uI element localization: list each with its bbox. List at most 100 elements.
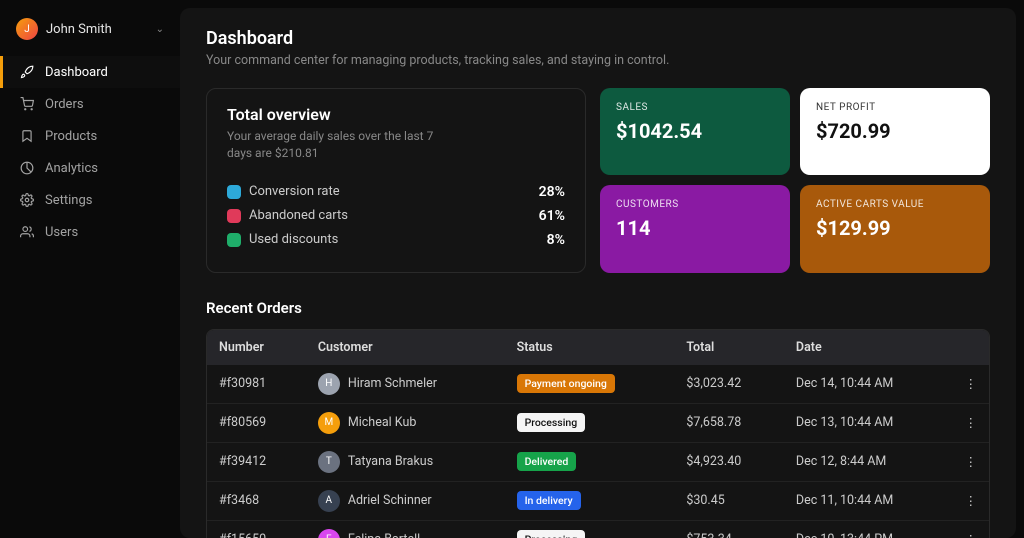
customer-cell: A Adriel Schinner bbox=[318, 490, 493, 512]
table-row[interactable]: #f80569 M Micheal Kub Processing $7,658.78De… bbox=[207, 403, 989, 442]
customer-avatar: H bbox=[318, 373, 340, 395]
customer-avatar: T bbox=[318, 451, 340, 473]
card-value: $129.99 bbox=[816, 216, 974, 240]
card-net-profit[interactable]: NET PROFIT $720.99 bbox=[800, 88, 990, 175]
order-total: $7,658.78 bbox=[674, 403, 784, 442]
card-label: ACTIVE CARTS VALUE bbox=[816, 199, 974, 210]
orders-table-wrap: NumberCustomerStatusTotalDate #f30981 HHi… bbox=[206, 329, 990, 538]
order-number: #f3468 bbox=[207, 481, 306, 520]
metric-value: 61% bbox=[539, 208, 565, 224]
table-row[interactable]: #f15650FFelipa BartellProcessing$753.34D… bbox=[207, 520, 989, 538]
primary-nav: Dashboard Orders Products Analytics Settings… bbox=[0, 56, 180, 248]
chevron-down-icon: ⌄ bbox=[156, 24, 164, 35]
table-row[interactable]: #f30981 HHiram Schmeler Payment ongoing $3,… bbox=[207, 365, 989, 404]
row-actions-button[interactable]: ⋮ bbox=[953, 365, 990, 404]
customer-avatar: F bbox=[318, 529, 340, 538]
sidebar-item-users[interactable]: Users bbox=[0, 216, 180, 248]
customer-name: Adriel Schinner bbox=[348, 493, 432, 508]
stat-cards: SALES $1042.54 NET PROFIT $720.99 CUSTOM… bbox=[600, 88, 990, 273]
card-sales[interactable]: SALES $1042.54 bbox=[600, 88, 790, 175]
overview-subtitle: Your average daily sales over the last 7… bbox=[227, 128, 447, 162]
row-actions-button[interactable]: ⋮ bbox=[953, 481, 990, 520]
overview-title: Total overview bbox=[227, 105, 565, 124]
status-badge: Payment ongoing bbox=[517, 374, 615, 393]
recent-orders-title: Recent Orders bbox=[206, 299, 990, 317]
column-header[interactable]: Total bbox=[674, 330, 784, 365]
customer-name: Tatyana Brakus bbox=[348, 454, 433, 469]
sidebar-item-orders[interactable]: Orders bbox=[0, 88, 180, 120]
customer-cell: M Micheal Kub bbox=[318, 412, 493, 434]
gear-icon bbox=[19, 192, 35, 208]
order-total: $3,023.42 bbox=[674, 365, 784, 404]
page-title: Dashboard bbox=[206, 28, 990, 49]
metric-value: 28% bbox=[539, 184, 565, 200]
main-content: Dashboard Your command center for managi… bbox=[180, 8, 1016, 538]
metric-color-dot bbox=[227, 209, 241, 223]
sidebar-item-label: Dashboard bbox=[45, 65, 108, 80]
sidebar: J John Smith ⌄ Dashboard Orders Products An… bbox=[0, 0, 180, 538]
overview-metric-row: Conversion rate 28% bbox=[227, 184, 565, 200]
bookmark-icon bbox=[19, 128, 35, 144]
card-label: SALES bbox=[616, 102, 774, 113]
column-header-actions bbox=[953, 330, 990, 365]
order-number: #f30981 bbox=[207, 365, 306, 404]
order-date: Dec 10, 13:44 PM bbox=[784, 520, 953, 538]
order-number: #f39412 bbox=[207, 442, 306, 481]
users-icon bbox=[19, 224, 35, 240]
customer-avatar: M bbox=[318, 412, 340, 434]
sidebar-item-analytics[interactable]: Analytics bbox=[0, 152, 180, 184]
order-number: #f15650 bbox=[207, 520, 306, 538]
cart-icon bbox=[19, 96, 35, 112]
order-number: #f80569 bbox=[207, 403, 306, 442]
status-badge: Processing bbox=[517, 413, 586, 432]
sidebar-item-label: Orders bbox=[45, 97, 84, 112]
order-date: Dec 11, 10:44 AM bbox=[784, 481, 953, 520]
user-menu[interactable]: J John Smith ⌄ bbox=[0, 12, 180, 56]
order-total: $30.45 bbox=[674, 481, 784, 520]
order-total: $4,923.40 bbox=[674, 442, 784, 481]
card-customers[interactable]: CUSTOMERS 114 bbox=[600, 185, 790, 272]
sidebar-item-products[interactable]: Products bbox=[0, 120, 180, 152]
page-subtitle: Your command center for managing product… bbox=[206, 53, 990, 68]
customer-name: Micheal Kub bbox=[348, 415, 417, 430]
card-label: CUSTOMERS bbox=[616, 199, 774, 210]
order-date: Dec 12, 8:44 AM bbox=[784, 442, 953, 481]
metric-label: Abandoned carts bbox=[249, 208, 531, 223]
customer-cell: HHiram Schmeler bbox=[318, 373, 493, 395]
metric-color-dot bbox=[227, 185, 241, 199]
table-row[interactable]: #f39412 T Tatyana Brakus Delivered $4,923.40… bbox=[207, 442, 989, 481]
sidebar-item-dashboard[interactable]: Dashboard bbox=[0, 56, 180, 88]
column-header[interactable]: Customer bbox=[306, 330, 505, 365]
customer-cell: T Tatyana Brakus bbox=[318, 451, 493, 473]
status-badge: In delivery bbox=[517, 491, 581, 510]
card-label: NET PROFIT bbox=[816, 102, 974, 113]
column-header[interactable]: Date bbox=[784, 330, 953, 365]
row-actions-button[interactable]: ⋮ bbox=[953, 442, 990, 481]
orders-table: NumberCustomerStatusTotalDate #f30981 HHi… bbox=[207, 330, 989, 538]
card-value: $1042.54 bbox=[616, 119, 774, 143]
status-badge: Delivered bbox=[517, 452, 577, 471]
metric-color-dot bbox=[227, 233, 241, 247]
table-row[interactable]: #f3468 A Adriel Schinner In delivery $30.45D… bbox=[207, 481, 989, 520]
sidebar-item-label: Users bbox=[45, 225, 78, 240]
overview-panel: Total overview Your average daily sales … bbox=[206, 88, 586, 273]
row-actions-button[interactable]: ⋮ bbox=[953, 520, 990, 538]
column-header[interactable]: Status bbox=[505, 330, 675, 365]
chart-icon bbox=[19, 160, 35, 176]
customer-avatar: A bbox=[318, 490, 340, 512]
user-name: John Smith bbox=[46, 22, 148, 37]
card-value: 114 bbox=[616, 216, 774, 240]
user-avatar: J bbox=[16, 18, 38, 40]
overview-metric-row: Used discounts8% bbox=[227, 232, 565, 248]
sidebar-item-label: Analytics bbox=[45, 161, 98, 176]
order-date: Dec 13, 10:44 AM bbox=[784, 403, 953, 442]
row-actions-button[interactable]: ⋮ bbox=[953, 403, 990, 442]
order-total: $753.34 bbox=[674, 520, 784, 538]
metric-label: Conversion rate bbox=[249, 184, 531, 199]
sidebar-item-label: Products bbox=[45, 129, 97, 144]
card-active-carts[interactable]: ACTIVE CARTS VALUE $129.99 bbox=[800, 185, 990, 272]
order-date: Dec 14, 10:44 AM bbox=[784, 365, 953, 404]
column-header[interactable]: Number bbox=[207, 330, 306, 365]
sidebar-item-settings[interactable]: Settings bbox=[0, 184, 180, 216]
customer-name: Felipa Bartell bbox=[348, 532, 420, 538]
